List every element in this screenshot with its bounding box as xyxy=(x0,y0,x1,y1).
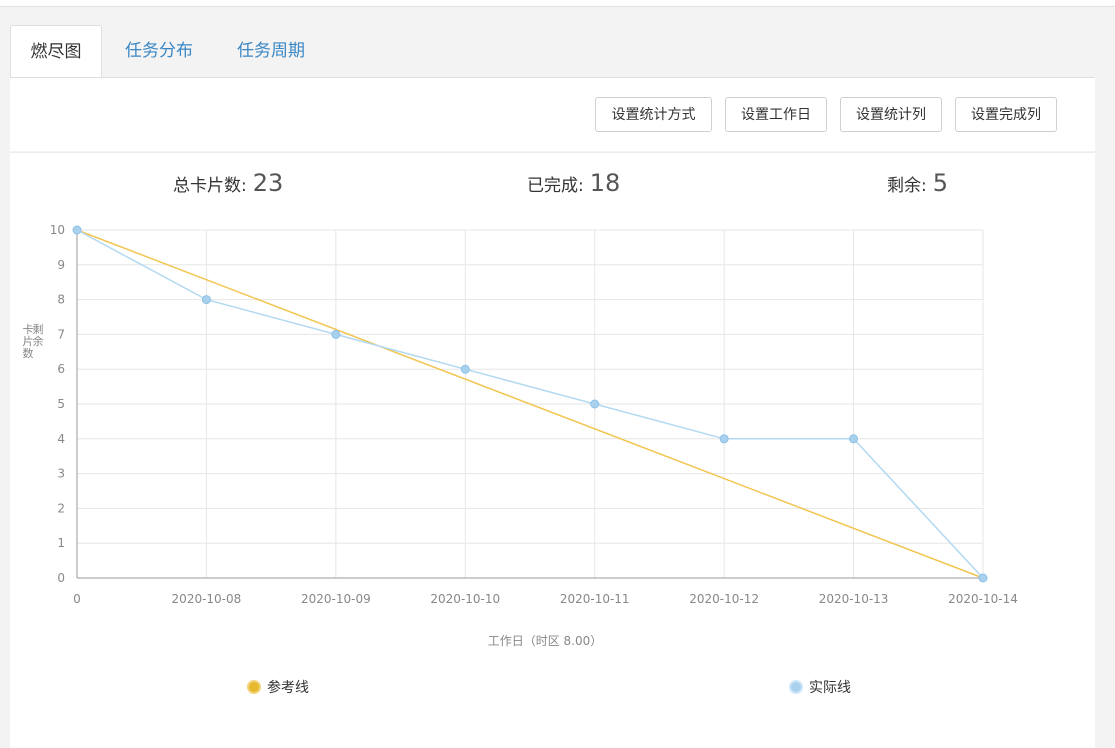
y-tick-label: 1 xyxy=(57,536,65,550)
y-tick-label: 0 xyxy=(57,571,65,585)
x-tick-label: 2020-10-14 xyxy=(948,592,1018,606)
legend-actual-label: 实际线 xyxy=(809,680,851,696)
actual-point xyxy=(72,225,82,235)
top-bar xyxy=(0,0,1115,7)
x-tick-label: 2020-10-10 xyxy=(430,592,500,606)
actual-point xyxy=(331,329,341,339)
y-tick-label: 8 xyxy=(57,293,65,307)
toolbar: 设置统计方式 设置工作日 设置统计列 设置完成列 xyxy=(10,77,1095,151)
set-done-column-button[interactable]: 设置完成列 xyxy=(955,97,1057,132)
y-tick-label: 3 xyxy=(57,467,65,481)
actual-point xyxy=(849,434,859,444)
x-tick-label: 2020-10-12 xyxy=(689,592,759,606)
actual-point xyxy=(460,364,470,374)
legend-actual[interactable]: 实际线 xyxy=(789,677,851,697)
y-tick-label: 5 xyxy=(57,397,65,411)
tab-burndown[interactable]: 燃尽图 xyxy=(10,25,102,79)
tab-task-cycle[interactable]: 任务周期 xyxy=(226,25,316,77)
actual-point xyxy=(978,573,988,583)
y-tick-label: 7 xyxy=(57,327,65,341)
set-workday-button[interactable]: 设置工作日 xyxy=(725,97,827,132)
actual-point xyxy=(590,399,600,409)
tab-bar: 燃尽图 任务分布 任务周期 xyxy=(10,25,1095,79)
burndown-chart: 0 1 2 3 4 5 6 7 8 9 10 0 2020-10-08 2020-10-09 2020-10… xyxy=(23,223,1018,648)
legend-reference-swatch xyxy=(247,680,261,694)
x-axis-title: 工作日（时区 8.00） xyxy=(488,634,603,648)
chart-panel: 总卡片数: 23 已完成: 18 剩余: 5 0 1 2 3 4 5 6 7 8 9 10 0 2020-10… xyxy=(10,152,1095,748)
legend-reference-label: 参考线 xyxy=(267,680,309,696)
actual-point xyxy=(201,295,211,305)
legend-reference[interactable]: 参考线 xyxy=(247,677,309,697)
set-stat-column-button[interactable]: 设置统计列 xyxy=(840,97,942,132)
y-tick-label: 9 xyxy=(57,258,65,272)
x-tick-label: 2020-10-13 xyxy=(819,592,889,606)
x-tick-label: 2020-10-09 xyxy=(301,592,371,606)
actual-point xyxy=(719,434,729,444)
y-tick-label: 10 xyxy=(50,223,65,237)
y-axis-title-char: 数 xyxy=(23,347,34,360)
set-stat-method-button[interactable]: 设置统计方式 xyxy=(595,97,712,132)
y-tick-label: 2 xyxy=(57,501,65,515)
legend-actual-swatch xyxy=(789,680,803,694)
tab-task-distribution[interactable]: 任务分布 xyxy=(114,25,204,77)
y-tick-label: 6 xyxy=(57,362,65,376)
x-tick-label: 2020-10-11 xyxy=(560,592,630,606)
x-tick-label: 2020-10-08 xyxy=(172,592,242,606)
x-tick-label: 0 xyxy=(73,592,81,606)
y-axis-title-char: 余 xyxy=(33,334,44,348)
y-tick-label: 4 xyxy=(57,432,65,446)
